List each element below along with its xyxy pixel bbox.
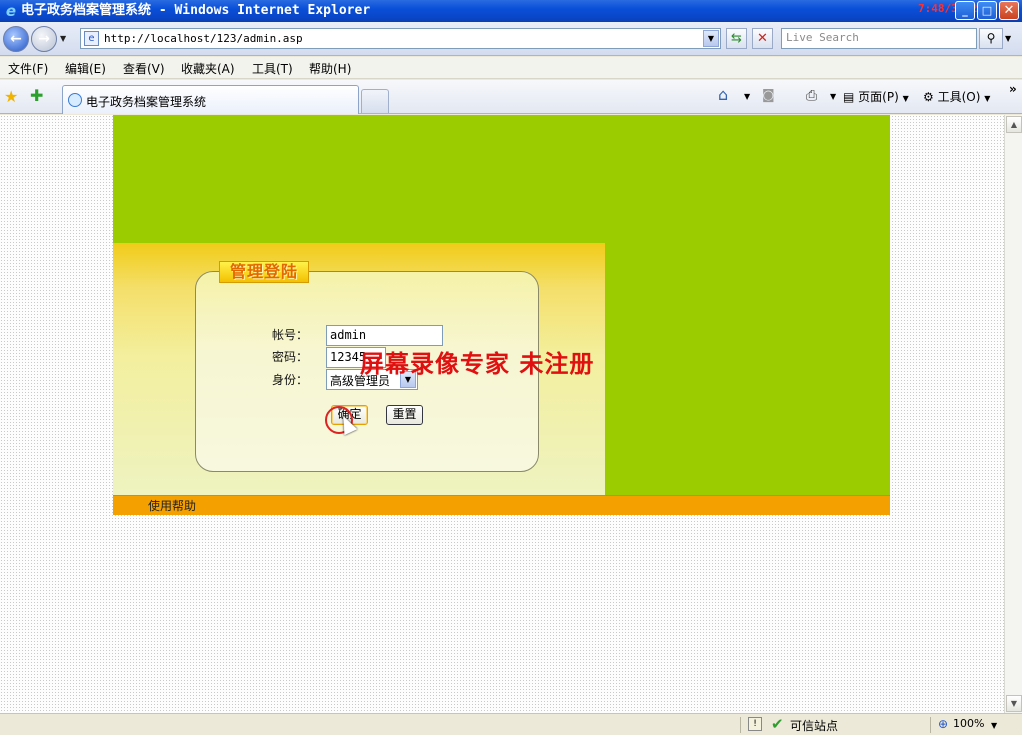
new-tab-button[interactable] xyxy=(361,89,389,113)
close-icon: ✕ xyxy=(1003,3,1015,18)
ie-logo-icon: e xyxy=(5,2,17,20)
search-icon: ⚲ xyxy=(986,31,996,45)
tools-menu[interactable]: ⚙ 工具(O) ▼ xyxy=(923,88,990,105)
minimize-button[interactable]: _ xyxy=(955,1,975,20)
scroll-up-icon[interactable]: ▲ xyxy=(1006,116,1022,133)
tools-menu-label: 工具(O) xyxy=(937,90,981,104)
back-button[interactable]: ← xyxy=(3,26,29,52)
search-options-dropdown[interactable]: ▼ xyxy=(1005,34,1011,43)
status-divider xyxy=(930,717,931,733)
home-icon[interactable]: ⌂ xyxy=(718,85,728,104)
tab-label: 电子政务档案管理系统 xyxy=(86,95,207,109)
menu-file[interactable]: 文件(F) xyxy=(8,60,48,77)
menu-favorites[interactable]: 收藏夹(A) xyxy=(181,60,235,77)
forward-button[interactable]: → xyxy=(31,26,57,52)
chevron-right-icon[interactable]: » xyxy=(1009,82,1017,96)
help-link[interactable]: 使用帮助 xyxy=(148,497,196,514)
reset-button[interactable]: 重置 xyxy=(386,405,423,425)
page-menu-label: 页面(P) xyxy=(858,90,899,104)
page-content: 使用帮助 管理登陆 帐号： admin 密码： 12345 身份： 高级管理员 … xyxy=(0,115,1004,713)
security-zone[interactable]: 可信站点 xyxy=(790,717,838,734)
address-toolbar: ← → ▼ e http://localhost/123/admin.asp ▼… xyxy=(0,22,1022,56)
feeds-icon[interactable]: ◙ xyxy=(762,88,775,103)
zoom-icon[interactable]: ⊕ xyxy=(938,717,948,731)
status-divider xyxy=(740,717,741,733)
role-label: 身份： xyxy=(272,373,309,387)
login-title: 管理登陆 xyxy=(219,261,309,283)
menu-bar: 文件(F) 编辑(E) 查看(V) 收藏夹(A) 工具(T) 帮助(H) xyxy=(0,57,1022,79)
menu-tools[interactable]: 工具(T) xyxy=(252,60,293,77)
address-dropdown-icon[interactable]: ▼ xyxy=(703,30,719,47)
zoom-dropdown[interactable]: ▼ xyxy=(991,721,997,730)
page-menu[interactable]: ▤ 页面(P) ▼ xyxy=(843,88,909,105)
recent-pages-dropdown[interactable]: ▼ xyxy=(60,34,66,43)
close-button[interactable]: ✕ xyxy=(999,1,1019,20)
refresh-icon: ⇆ xyxy=(731,31,742,46)
menu-view[interactable]: 查看(V) xyxy=(123,60,165,77)
minimize-icon: _ xyxy=(962,4,968,17)
vertical-scrollbar[interactable]: ▲ ▼ xyxy=(1004,115,1022,713)
header-banner xyxy=(113,115,890,243)
maximize-button[interactable]: □ xyxy=(977,1,997,20)
url-text[interactable]: http://localhost/123/admin.asp xyxy=(104,32,303,45)
maximize-icon: □ xyxy=(981,4,993,17)
scroll-down-icon[interactable]: ▼ xyxy=(1006,695,1022,712)
refresh-button[interactable]: ⇆ xyxy=(726,28,747,49)
username-label: 帐号： xyxy=(272,328,309,342)
tab-page-icon xyxy=(68,93,82,107)
search-button[interactable]: ⚲ xyxy=(979,28,1003,49)
forward-arrow-icon: → xyxy=(38,31,50,47)
back-arrow-icon: ← xyxy=(10,31,22,47)
title-bar: e 电子政务档案管理系统 - Windows Internet Explorer… xyxy=(0,0,1022,22)
side-banner xyxy=(605,243,890,495)
home-dropdown[interactable]: ▼ xyxy=(744,88,750,102)
print-icon[interactable]: ⎙ xyxy=(806,88,817,104)
menu-edit[interactable]: 编辑(E) xyxy=(65,60,106,77)
search-input[interactable]: Live Search xyxy=(781,28,977,49)
stop-icon: ✕ xyxy=(757,31,768,46)
address-bar[interactable]: e http://localhost/123/admin.asp ▼ xyxy=(80,28,721,49)
protected-mode-icon: ! xyxy=(748,717,762,731)
menu-help[interactable]: 帮助(H) xyxy=(309,60,351,77)
recorder-watermark: 屏幕录像专家 未注册 xyxy=(360,349,595,378)
print-dropdown[interactable]: ▼ xyxy=(830,88,836,102)
trusted-check-icon: ✔ xyxy=(771,715,784,733)
footer-bar xyxy=(113,495,890,515)
zoom-level[interactable]: 100% xyxy=(953,717,984,730)
tab-active[interactable]: 电子政务档案管理系统 xyxy=(62,85,359,114)
tab-bar: ★ ✚ 电子政务档案管理系统 ⌂ ▼ ◙ ⎙ ▼ ▤ 页面(P) ▼ ⚙ 工具(… xyxy=(0,80,1022,114)
favorites-star-icon[interactable]: ★ xyxy=(4,87,18,106)
page-icon: e xyxy=(84,31,99,46)
add-favorite-icon[interactable]: ✚ xyxy=(30,86,43,105)
window-title: 电子政务档案管理系统 - Windows Internet Explorer xyxy=(21,3,371,18)
stop-button[interactable]: ✕ xyxy=(752,28,773,49)
username-field[interactable]: admin xyxy=(326,325,443,346)
status-bar: ! ✔ 可信站点 ⊕ 100% ▼ xyxy=(0,713,1022,735)
password-label: 密码： xyxy=(272,350,309,364)
